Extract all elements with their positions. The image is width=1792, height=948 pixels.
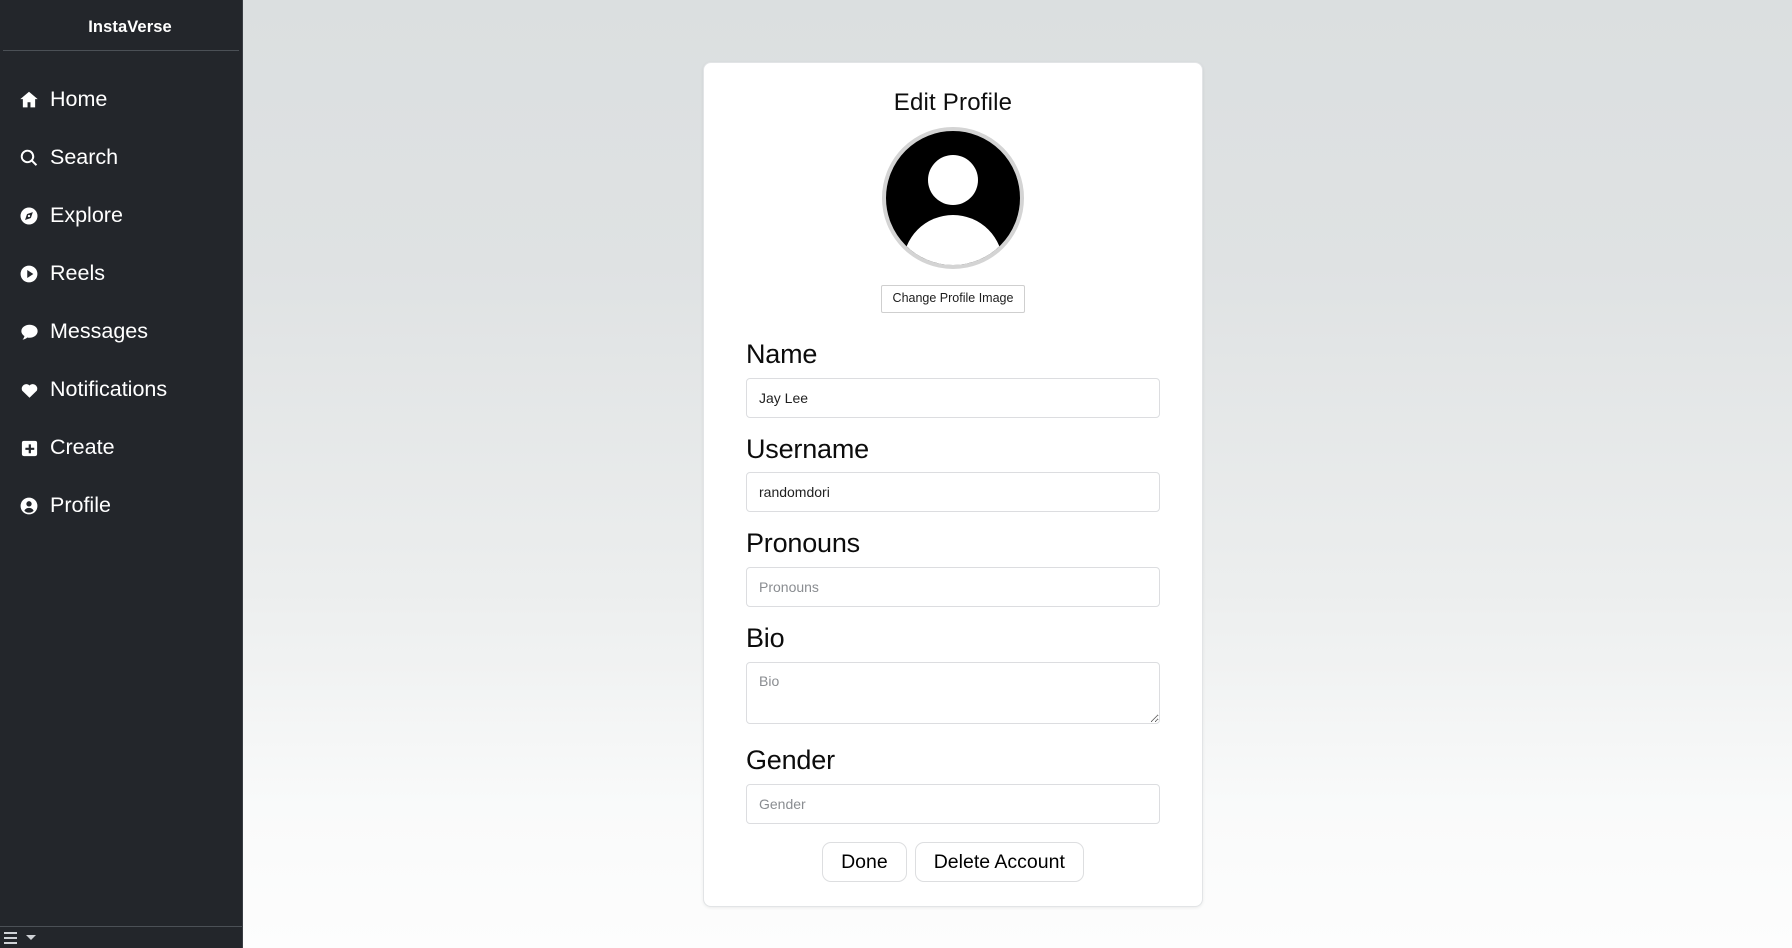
- sidebar-item-search-label: Search: [50, 145, 119, 170]
- sidebar-item-profile-label: Profile: [50, 493, 111, 518]
- sidebar-item-reels[interactable]: Reels: [0, 245, 242, 303]
- sidebar-item-search[interactable]: Search: [0, 129, 242, 187]
- card-actions: Done Delete Account: [746, 842, 1160, 883]
- avatar-head-shape: [928, 155, 978, 205]
- avatar-container: [746, 127, 1160, 269]
- app-root: InstaVerse Home Search Explore Reels Mes…: [0, 0, 1792, 948]
- sidebar-item-profile[interactable]: Profile: [0, 477, 242, 535]
- field-name-label: Name: [746, 338, 818, 369]
- field-gender-label: Gender: [746, 745, 835, 776]
- field-bio-label: Bio: [746, 623, 785, 654]
- sidebar-item-notifications[interactable]: Notifications: [0, 361, 242, 419]
- brand-header: InstaVerse: [0, 0, 242, 50]
- plus-square-icon: [18, 437, 40, 459]
- gender-input[interactable]: [746, 784, 1160, 825]
- sidebar-item-reels-label: Reels: [50, 261, 105, 286]
- field-username-label: Username: [746, 433, 869, 464]
- change-profile-image-button[interactable]: Change Profile Image: [880, 285, 1026, 313]
- main-content: Edit Profile Change Profile Image Name U…: [243, 0, 1792, 948]
- sidebar-item-explore-label: Explore: [50, 203, 123, 228]
- sidebar-nav: Home Search Explore Reels Messages Notif…: [0, 51, 242, 535]
- delete-account-button[interactable]: Delete Account: [914, 842, 1084, 883]
- play-circle-icon: [18, 263, 40, 285]
- hamburger-icon[interactable]: [4, 931, 17, 944]
- heart-icon: [18, 379, 40, 401]
- field-username: Username: [746, 434, 1160, 513]
- chevron-down-icon[interactable]: [26, 935, 36, 940]
- sidebar-item-messages[interactable]: Messages: [0, 303, 242, 361]
- sidebar-item-create[interactable]: Create: [0, 419, 242, 477]
- sidebar-footer: [0, 926, 242, 948]
- name-input[interactable]: [746, 377, 1160, 418]
- home-icon: [18, 89, 40, 111]
- field-bio: Bio: [746, 623, 1160, 729]
- sidebar: InstaVerse Home Search Explore Reels Mes…: [0, 0, 243, 948]
- search-icon: [18, 147, 40, 169]
- field-pronouns-label: Pronouns: [746, 528, 860, 559]
- change-profile-image-container: Change Profile Image: [746, 285, 1160, 313]
- sidebar-item-home-label: Home: [50, 87, 108, 112]
- sidebar-item-messages-label: Messages: [50, 319, 148, 344]
- username-input[interactable]: [746, 472, 1160, 513]
- sidebar-item-create-label: Create: [50, 435, 115, 460]
- field-name: Name: [746, 339, 1160, 418]
- done-button[interactable]: Done: [822, 842, 907, 883]
- person-circle-icon: [18, 495, 40, 517]
- bio-textarea[interactable]: [746, 662, 1160, 725]
- sidebar-item-notifications-label: Notifications: [50, 377, 168, 402]
- brand-title: InstaVerse: [88, 18, 172, 36]
- avatar-body-shape: [903, 215, 1003, 265]
- field-pronouns: Pronouns: [746, 528, 1160, 608]
- field-gender: Gender: [746, 745, 1160, 825]
- sidebar-item-home[interactable]: Home: [0, 71, 242, 129]
- edit-profile-card: Edit Profile Change Profile Image Name U…: [703, 62, 1203, 908]
- sidebar-item-explore[interactable]: Explore: [0, 187, 242, 245]
- pronouns-input[interactable]: [746, 567, 1160, 608]
- compass-icon: [18, 205, 40, 227]
- default-avatar-icon[interactable]: [882, 127, 1024, 269]
- chat-bubble-icon: [18, 321, 40, 343]
- page-title: Edit Profile: [893, 89, 1013, 116]
